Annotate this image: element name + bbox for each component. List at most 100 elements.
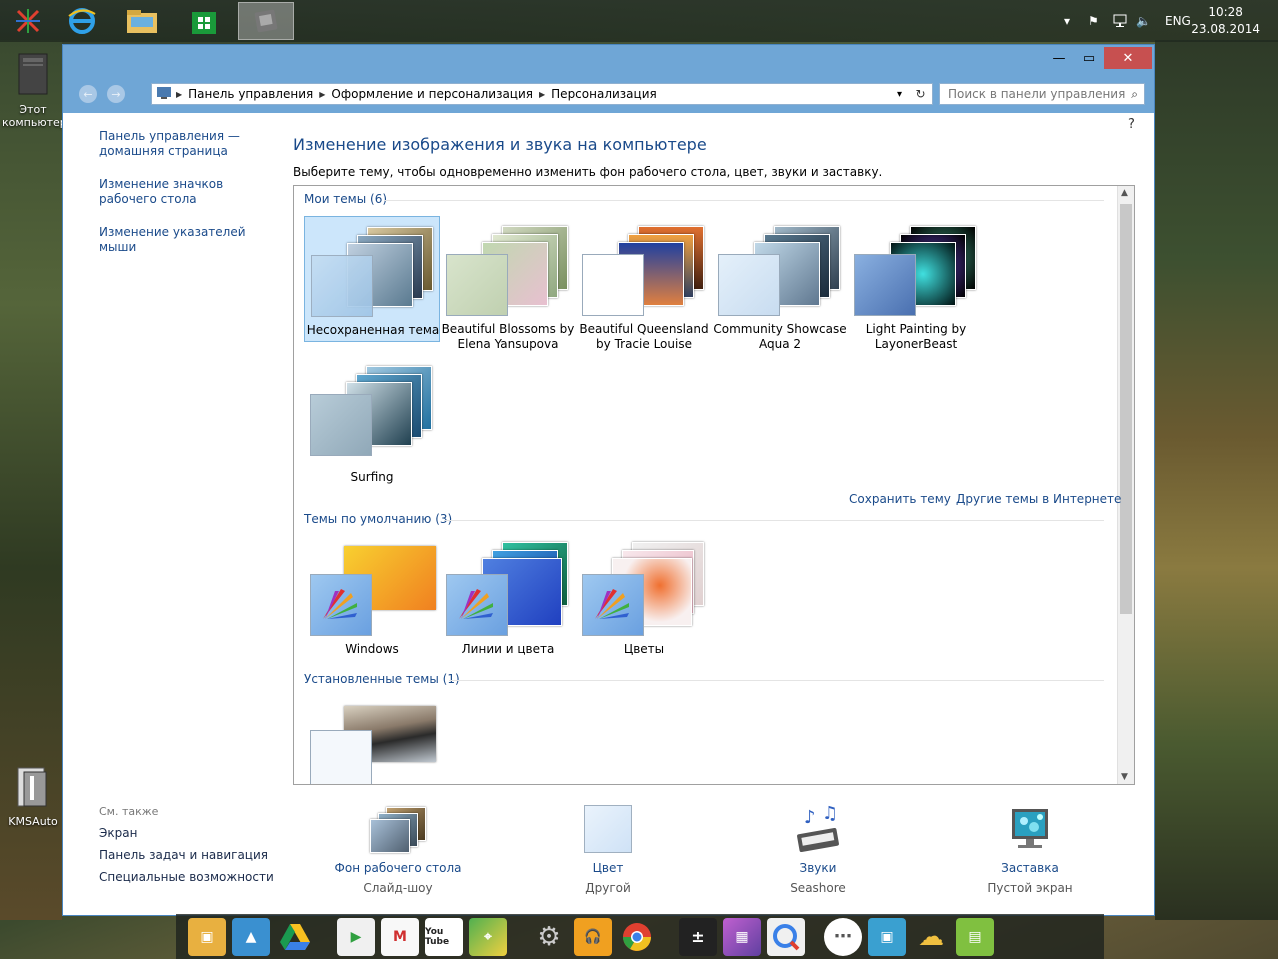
save-theme-link[interactable]: Сохранить тему [849, 492, 951, 506]
bottom-dock: ▣ ▲ ▶ M You Tube ⌖ ⚙ 🎧 ± ▦ ⋯ ▣ ☁ ▤ [176, 914, 1104, 959]
gmail-icon[interactable]: M [381, 917, 419, 956]
control-panel-icon [152, 86, 176, 103]
see-also-header: См. также [99, 805, 159, 818]
drive-folder-icon[interactable]: ▲ [232, 917, 270, 956]
address-dropdown-icon[interactable]: ▾ [897, 89, 902, 100]
theme-thumb [446, 542, 572, 636]
theme-list: ▲ ▼ Мои темы (6) Несохраненная тема Beau… [293, 185, 1135, 785]
nav-mouse-link[interactable]: Изменение указателей мыши [99, 225, 279, 255]
nav-home-link[interactable]: Панель управления — домашняя страница [99, 129, 279, 159]
youtube-icon[interactable]: You Tube [425, 917, 463, 956]
back-button[interactable]: ← [79, 85, 97, 103]
color-palette-icon [323, 589, 357, 619]
gallery-icon[interactable]: ▦ [723, 917, 761, 956]
screensaver-label[interactable]: Заставка [955, 861, 1105, 875]
android-folder-icon[interactable]: ▣ [188, 917, 226, 956]
theme-tile-unsaved[interactable]: Несохраненная тема [304, 216, 440, 342]
see-also-accessibility-link[interactable]: Специальные возможности [99, 870, 289, 884]
theme-tile-windows[interactable]: Windows [304, 536, 440, 662]
scroll-up-icon[interactable]: ▲ [1121, 188, 1128, 198]
store-icon[interactable] [176, 2, 232, 40]
page-description: Выберите тему, чтобы одновременно измени… [293, 165, 883, 179]
theme-tile-aqua[interactable]: Community Showcase Aqua 2 [712, 216, 848, 351]
google-drive-icon[interactable] [276, 918, 314, 956]
section-my-themes: Мои темы (6) [304, 192, 388, 206]
theme-thumb [311, 223, 437, 317]
forward-button[interactable]: → [107, 85, 125, 103]
theme-thumb [854, 222, 980, 316]
theme-tile-lines[interactable]: Линии и цвета [440, 536, 576, 662]
scrollbar-thumb[interactable] [1120, 204, 1132, 614]
search-app-icon[interactable] [767, 917, 805, 956]
theme-tile-surfing[interactable]: Surfing [304, 356, 440, 484]
play-store-icon[interactable]: ▶ [337, 917, 375, 956]
section-installed-themes: Установленные темы (1) [304, 672, 460, 686]
search-input[interactable]: Поиск в панели управления ⌕ [939, 83, 1145, 105]
theme-tile-installed[interactable] [304, 696, 440, 784]
sounds-item[interactable]: ♪ ♫ Звуки Seashore [743, 803, 893, 895]
scrollbar[interactable]: ▲ ▼ [1117, 186, 1134, 784]
app-drawer-icon[interactable]: ⋯ [824, 917, 862, 956]
see-also-taskbar-link[interactable]: Панель задач и навигация [99, 848, 289, 862]
start-icon[interactable] [0, 2, 56, 40]
explorer-icon[interactable] [114, 2, 170, 40]
see-also: См. также Экран Панель задач и навигация… [99, 805, 289, 892]
network-icon[interactable] [1112, 0, 1128, 42]
desktop-background-value: Слайд-шоу [363, 881, 433, 895]
tray-chevron-icon[interactable]: ▾ [1064, 0, 1070, 42]
svg-text:♫: ♫ [822, 805, 838, 824]
theme-caption: Windows [345, 642, 399, 656]
address-bar[interactable]: ▶ Панель управления ▶ Оформление и персо… [151, 83, 933, 105]
headphones-icon[interactable]: 🎧 [574, 917, 612, 956]
desktop-background-label[interactable]: Фон рабочего стола [323, 861, 473, 875]
screensaver-value: Пустой экран [987, 881, 1073, 895]
nav-desktop-icons-link[interactable]: Изменение значков рабочего стола [99, 177, 279, 207]
desktop-background-item[interactable]: Фон рабочего стола Слайд-шоу [323, 805, 473, 895]
desktop-background-right [1155, 40, 1278, 920]
search-icon[interactable]: ⌕ [1131, 87, 1138, 102]
kms-icon [2, 766, 64, 811]
theme-tile-blossoms[interactable]: Beautiful Blossoms by Elena Yansupova [440, 216, 576, 351]
clock-time: 10:28 [1208, 5, 1243, 19]
color-label[interactable]: Цвет [533, 861, 683, 875]
scroll-down-icon[interactable]: ▼ [1121, 772, 1128, 782]
games-folder-icon[interactable]: ▣ [868, 917, 906, 956]
theme-tile-light-painting[interactable]: Light Painting by LayonerBeast [848, 216, 984, 351]
settings-gear-icon[interactable]: ⚙ [530, 918, 568, 956]
refresh-button[interactable]: ↻ [909, 83, 933, 105]
ie-icon[interactable] [54, 2, 110, 40]
desktop-icon-kms-label: KMSAuto [8, 815, 58, 828]
clock[interactable]: 10:28 23.08.2014 [1191, 4, 1260, 38]
breadcrumb-control-panel[interactable]: Панель управления [182, 87, 319, 101]
breadcrumb-appearance[interactable]: Оформление и персонализация [325, 87, 539, 101]
control-panel-task-icon[interactable] [238, 2, 294, 40]
screensaver-item[interactable]: Заставка Пустой экран [955, 805, 1105, 895]
close-button[interactable]: ✕ [1104, 47, 1152, 69]
desktop-icon-kms[interactable]: KMSAuto [2, 766, 64, 828]
theme-caption: Light Painting by LayonerBeast [865, 322, 967, 351]
flag-icon[interactable]: ⚑ [1088, 0, 1099, 42]
theme-caption: Линии и цвета [461, 642, 555, 656]
desktop-icon-computer[interactable]: Этот компьютер [2, 52, 67, 129]
help-icon[interactable]: ? [1128, 117, 1142, 132]
youtube-label: You Tube [425, 926, 450, 947]
theme-tile-flowers[interactable]: Цветы [576, 536, 712, 662]
breadcrumb-personalization[interactable]: Персонализация [545, 87, 663, 101]
see-also-screen-link[interactable]: Экран [99, 826, 289, 840]
color-item[interactable]: Цвет Другой [533, 805, 683, 895]
calculator-icon[interactable]: ± [679, 917, 717, 956]
sounds-label[interactable]: Звуки [743, 861, 893, 875]
language-indicator[interactable]: ENG [1165, 0, 1191, 42]
maps-icon[interactable]: ⌖ [469, 917, 507, 956]
minimize-button[interactable]: — [1044, 47, 1074, 69]
chrome-icon[interactable] [618, 918, 656, 956]
content-pane: ? Панель управления — домашняя страница … [63, 113, 1154, 915]
sounds-value: Seashore [790, 881, 846, 895]
theme-tile-queensland[interactable]: Beautiful Queensland by Tracie Louise [576, 216, 712, 351]
volume-icon[interactable]: 🔈 [1136, 0, 1151, 42]
maximize-button[interactable]: ▭ [1074, 47, 1104, 69]
android-app-icon[interactable]: ▤ [956, 917, 994, 956]
weather-icon[interactable]: ☁ [912, 918, 950, 956]
online-themes-link[interactable]: Другие темы в Интернете [956, 492, 1121, 506]
theme-caption: Community Showcase Aqua 2 [713, 322, 847, 351]
